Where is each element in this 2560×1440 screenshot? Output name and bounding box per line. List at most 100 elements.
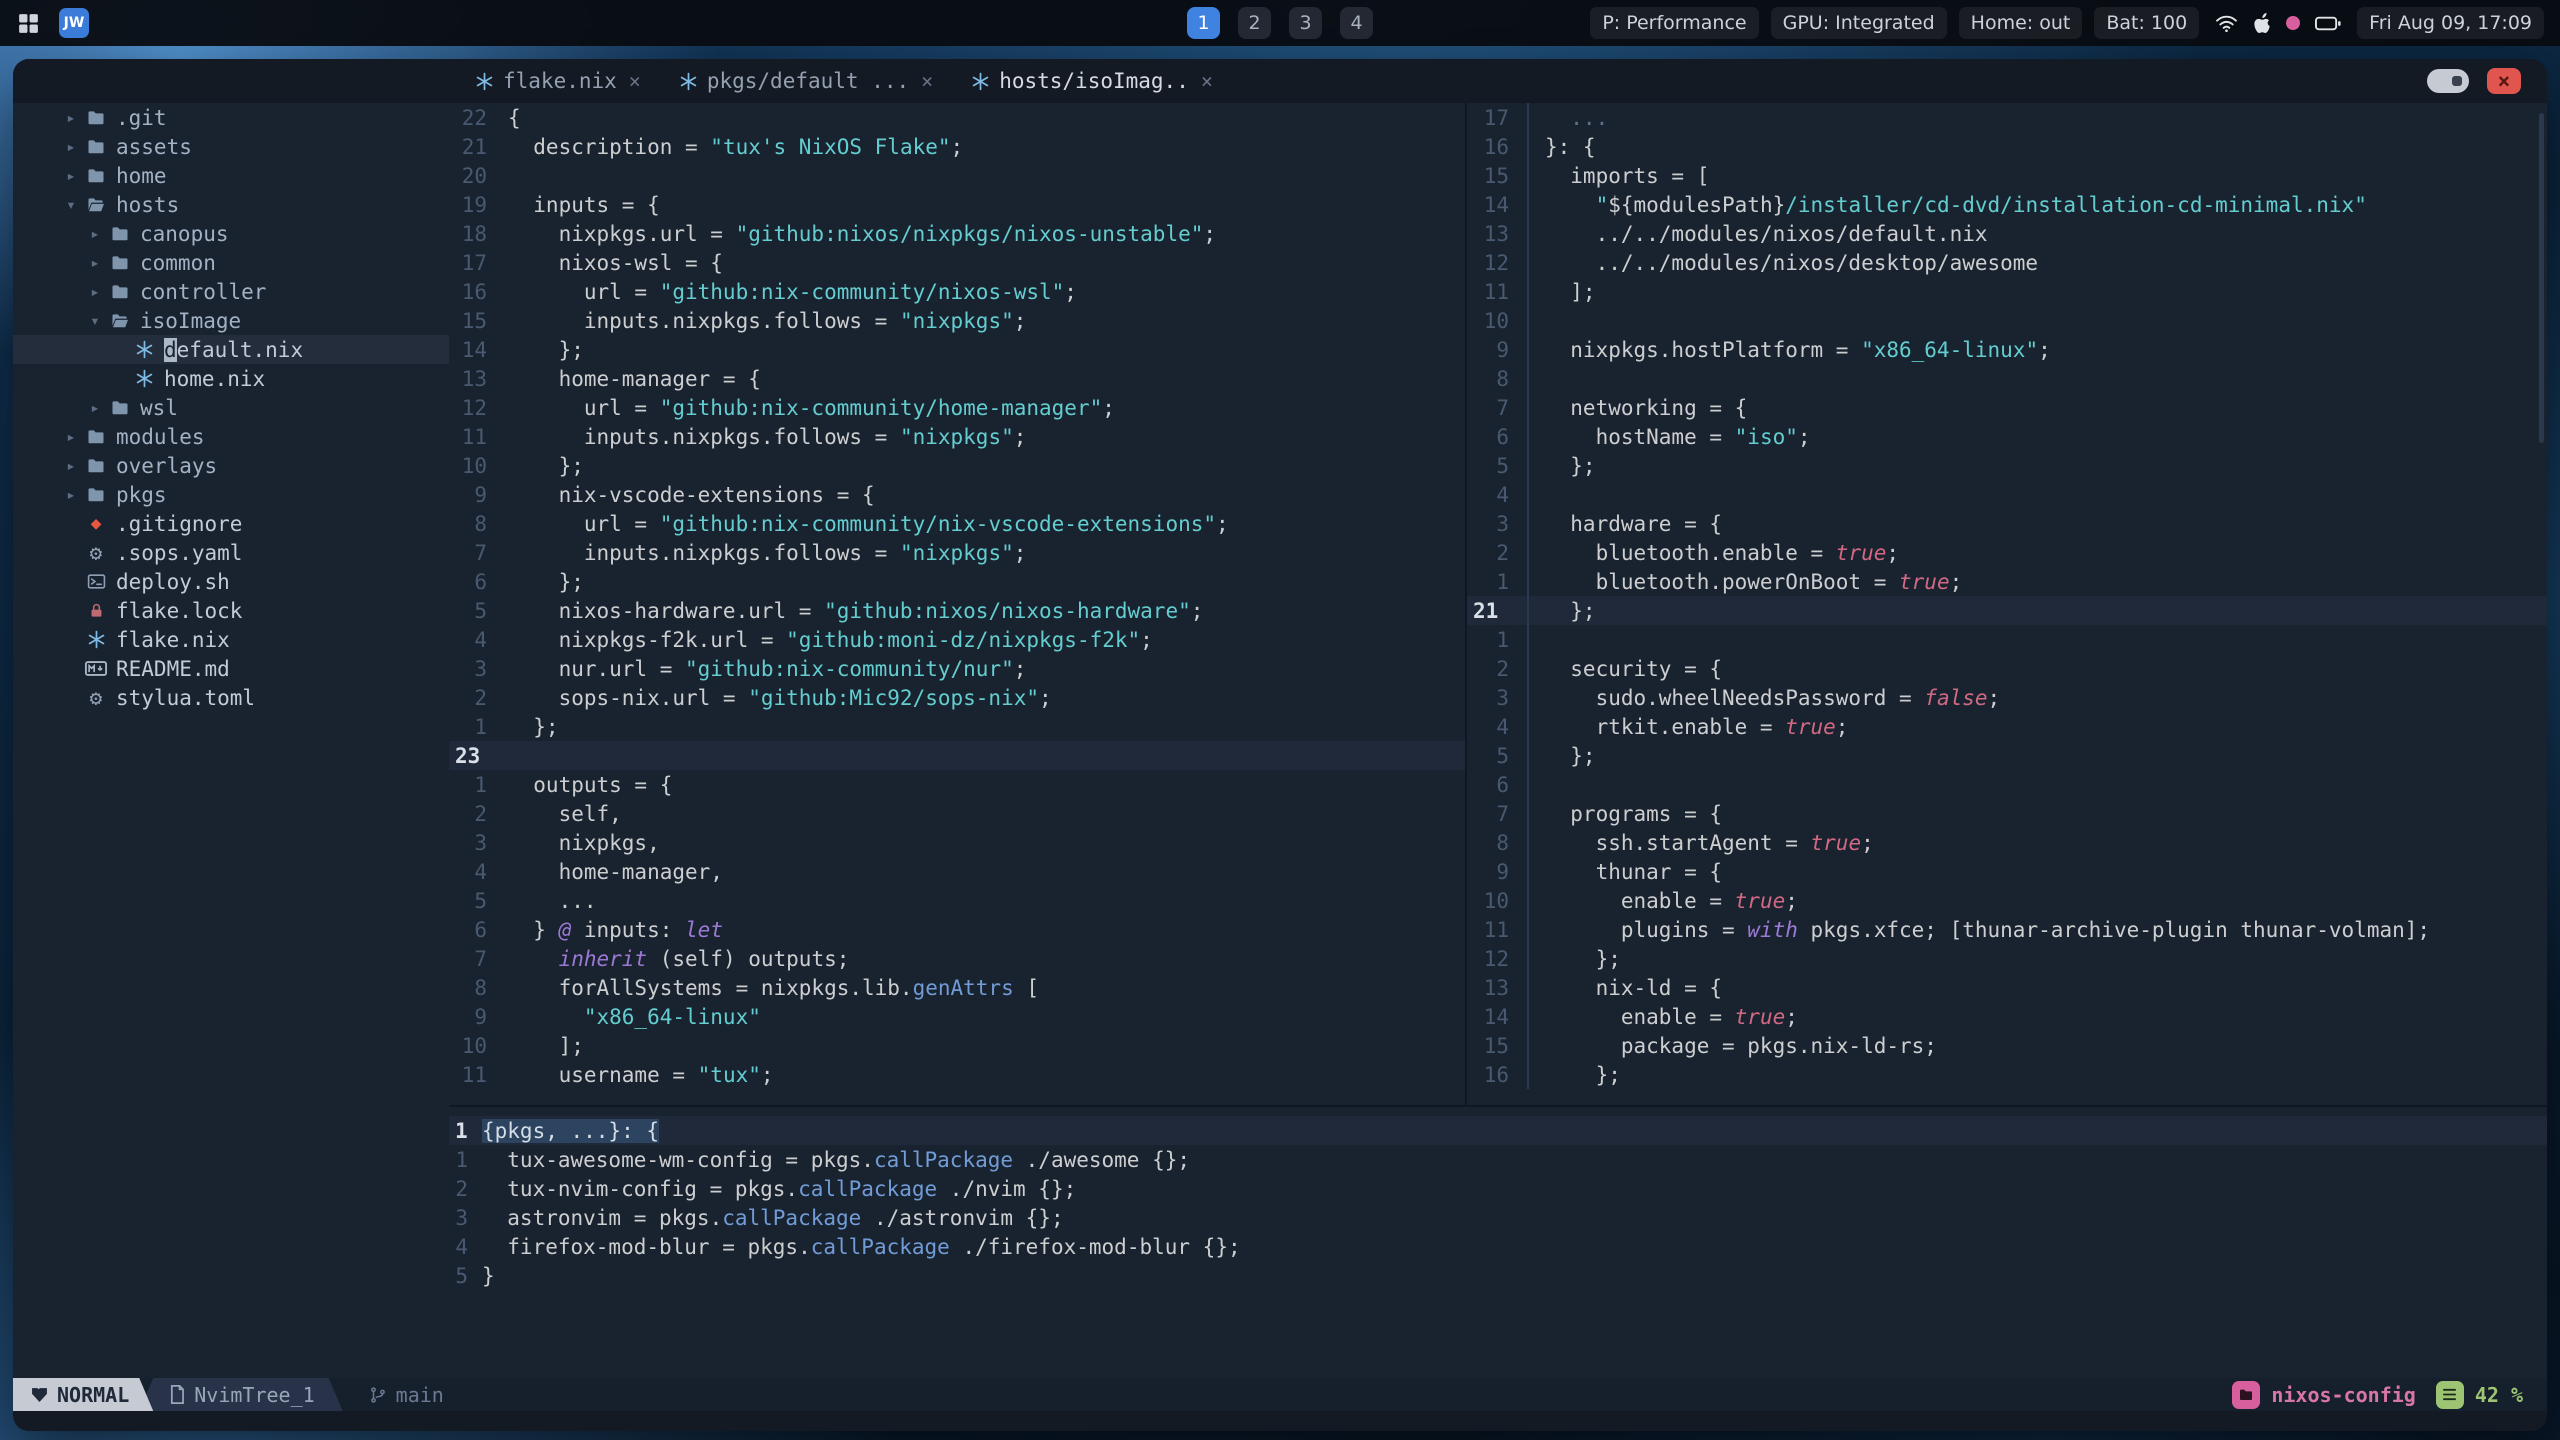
launcher-logo[interactable]: JW: [59, 8, 89, 38]
code-line[interactable]: 19 inputs = {: [449, 190, 1465, 219]
tree-file-home.nix[interactable]: home.nix: [13, 364, 449, 393]
code-line[interactable]: 5 };: [1467, 451, 2547, 480]
tree-file-default.nix[interactable]: default.nix: [13, 335, 449, 364]
code-line[interactable]: 8: [1467, 364, 2547, 393]
code-line[interactable]: 5}: [449, 1261, 2547, 1290]
tree-folder-common[interactable]: ▸ common: [13, 248, 449, 277]
workspace-button-2[interactable]: 2: [1238, 7, 1271, 39]
scrollbar[interactable]: [2539, 113, 2544, 443]
code-line[interactable]: 11 inputs.nixpkgs.follows = "nixpkgs";: [449, 422, 1465, 451]
tab-hosts-isoImag..[interactable]: hosts/isoImag.. ×: [957, 59, 1227, 103]
code-line[interactable]: 16 };: [1467, 1060, 2547, 1089]
code-line[interactable]: 15 imports = [: [1467, 161, 2547, 190]
code-line[interactable]: 13 ../../modules/nixos/default.nix: [1467, 219, 2547, 248]
apple-icon[interactable]: [2253, 12, 2271, 34]
wifi-icon[interactable]: [2215, 14, 2238, 33]
code-line[interactable]: 3 sudo.wheelNeedsPassword = false;: [1467, 683, 2547, 712]
window-pin-button[interactable]: [2427, 69, 2469, 93]
code-line[interactable]: 7 inputs.nixpkgs.follows = "nixpkgs";: [449, 538, 1465, 567]
code-line[interactable]: 10 ];: [449, 1031, 1465, 1060]
window-close-button[interactable]: ×: [2487, 68, 2521, 94]
code-line[interactable]: 1: [1467, 625, 2547, 654]
tree-folder-modules[interactable]: ▸ modules: [13, 422, 449, 451]
code-line[interactable]: 3 astronvim = pkgs.callPackage ./astronv…: [449, 1203, 2547, 1232]
tree-folder-assets[interactable]: ▸ assets: [13, 132, 449, 161]
tree-file-README.md[interactable]: README.md: [13, 654, 449, 683]
code-line[interactable]: 4 home-manager,: [449, 857, 1465, 886]
notification-dot-icon[interactable]: [2286, 16, 2301, 30]
apps-grid-icon[interactable]: [16, 11, 41, 36]
code-line[interactable]: 12 ../../modules/nixos/desktop/awesome: [1467, 248, 2547, 277]
tree-folder-controller[interactable]: ▸ controller: [13, 277, 449, 306]
code-line[interactable]: 22{: [449, 103, 1465, 132]
code-line[interactable]: 13 home-manager = {: [449, 364, 1465, 393]
code-line[interactable]: 2 tux-nvim-config = pkgs.callPackage ./n…: [449, 1174, 2547, 1203]
tree-folder-.git[interactable]: ▸ .git: [13, 103, 449, 132]
code-line[interactable]: 2 sops-nix.url = "github:Mic92/sops-nix"…: [449, 683, 1465, 712]
tree-folder-home[interactable]: ▸ home: [13, 161, 449, 190]
clock[interactable]: Fri Aug 09, 17:09: [2357, 7, 2544, 39]
code-line[interactable]: 20: [449, 161, 1465, 190]
battery-icon[interactable]: [2315, 16, 2341, 31]
code-line[interactable]: 4: [1467, 480, 2547, 509]
code-line[interactable]: 6 };: [449, 567, 1465, 596]
code-line[interactable]: 10 enable = true;: [1467, 886, 2547, 915]
code-line[interactable]: 8 forAllSystems = nixpkgs.lib.genAttrs [: [449, 973, 1465, 1002]
workspace-button-1[interactable]: 1: [1187, 7, 1220, 39]
code-line[interactable]: 16}: {: [1467, 132, 2547, 161]
code-line[interactable]: 23: [449, 741, 1465, 770]
code-line[interactable]: 15 package = pkgs.nix-ld-rs;: [1467, 1031, 2547, 1060]
tree-file-.sops.yaml[interactable]: ⚙ .sops.yaml: [13, 538, 449, 567]
tree-folder-pkgs[interactable]: ▸ pkgs: [13, 480, 449, 509]
code-line[interactable]: 14 enable = true;: [1467, 1002, 2547, 1031]
code-line[interactable]: 5 nixos-hardware.url = "github:nixos/nix…: [449, 596, 1465, 625]
tree-folder-overlays[interactable]: ▸ overlays: [13, 451, 449, 480]
code-line[interactable]: 16 url = "github:nix-community/nixos-wsl…: [449, 277, 1465, 306]
code-line[interactable]: 13 nix-ld = {: [1467, 973, 2547, 1002]
code-line[interactable]: 1 };: [449, 712, 1465, 741]
code-line[interactable]: 3 nur.url = "github:nix-community/nur";: [449, 654, 1465, 683]
code-line[interactable]: 1 bluetooth.powerOnBoot = true;: [1467, 567, 2547, 596]
code-line[interactable]: 9 nix-vscode-extensions = {: [449, 480, 1465, 509]
code-line[interactable]: 12 url = "github:nix-community/home-mana…: [449, 393, 1465, 422]
code-line[interactable]: 9 thunar = {: [1467, 857, 2547, 886]
tree-file-flake.lock[interactable]: flake.lock: [13, 596, 449, 625]
code-line[interactable]: 17 nixos-wsl = {: [449, 248, 1465, 277]
code-line[interactable]: 1 outputs = {: [449, 770, 1465, 799]
code-line[interactable]: 3 hardware = {: [1467, 509, 2547, 538]
code-line[interactable]: 4 nixpkgs-f2k.url = "github:moni-dz/nixp…: [449, 625, 1465, 654]
code-line[interactable]: 15 inputs.nixpkgs.follows = "nixpkgs";: [449, 306, 1465, 335]
code-line[interactable]: 1 {pkgs, ...}: {: [449, 1116, 2547, 1145]
code-line[interactable]: 7 networking = {: [1467, 393, 2547, 422]
code-line[interactable]: 7 inherit (self) outputs;: [449, 944, 1465, 973]
tree-file-.gitignore[interactable]: ◆ .gitignore: [13, 509, 449, 538]
tab-flake.nix[interactable]: flake.nix ×: [461, 59, 655, 103]
tab-close-icon[interactable]: ×: [1201, 69, 1213, 93]
code-line[interactable]: 4 firefox-mod-blur = pkgs.callPackage ./…: [449, 1232, 2547, 1261]
tab-close-icon[interactable]: ×: [629, 69, 641, 93]
tree-file-flake.nix[interactable]: flake.nix: [13, 625, 449, 654]
code-line[interactable]: 6: [1467, 770, 2547, 799]
tab-pkgs-default-...[interactable]: pkgs/default ... ×: [665, 59, 947, 103]
workspace-button-3[interactable]: 3: [1289, 7, 1322, 39]
tree-folder-hosts[interactable]: ▾ hosts: [13, 190, 449, 219]
code-line[interactable]: 2 bluetooth.enable = true;: [1467, 538, 2547, 567]
code-line[interactable]: 17 ...: [1467, 103, 2547, 132]
home-status[interactable]: Home: out: [1958, 7, 2083, 39]
code-line[interactable]: 8 ssh.startAgent = true;: [1467, 828, 2547, 857]
tree-file-stylua.toml[interactable]: ⚙ stylua.toml: [13, 683, 449, 712]
code-line[interactable]: 11 username = "tux";: [449, 1060, 1465, 1089]
code-line[interactable]: 5 };: [1467, 741, 2547, 770]
code-line[interactable]: 4 rtkit.enable = true;: [1467, 712, 2547, 741]
code-line[interactable]: 11 plugins = with pkgs.xfce; [thunar-arc…: [1467, 915, 2547, 944]
code-line[interactable]: 18 nixpkgs.url = "github:nixos/nixpkgs/n…: [449, 219, 1465, 248]
code-line[interactable]: 10: [1467, 306, 2547, 335]
tree-folder-canopus[interactable]: ▸ canopus: [13, 219, 449, 248]
code-line[interactable]: 9 nixpkgs.hostPlatform = "x86_64-linux";: [1467, 335, 2547, 364]
code-line[interactable]: 2 self,: [449, 799, 1465, 828]
code-line[interactable]: 1 tux-awesome-wm-config = pkgs.callPacka…: [449, 1145, 2547, 1174]
code-line[interactable]: 2 security = {: [1467, 654, 2547, 683]
code-line[interactable]: 8 url = "github:nix-community/nix-vscode…: [449, 509, 1465, 538]
code-line[interactable]: 21 };: [1467, 596, 2547, 625]
tree-folder-wsl[interactable]: ▸ wsl: [13, 393, 449, 422]
